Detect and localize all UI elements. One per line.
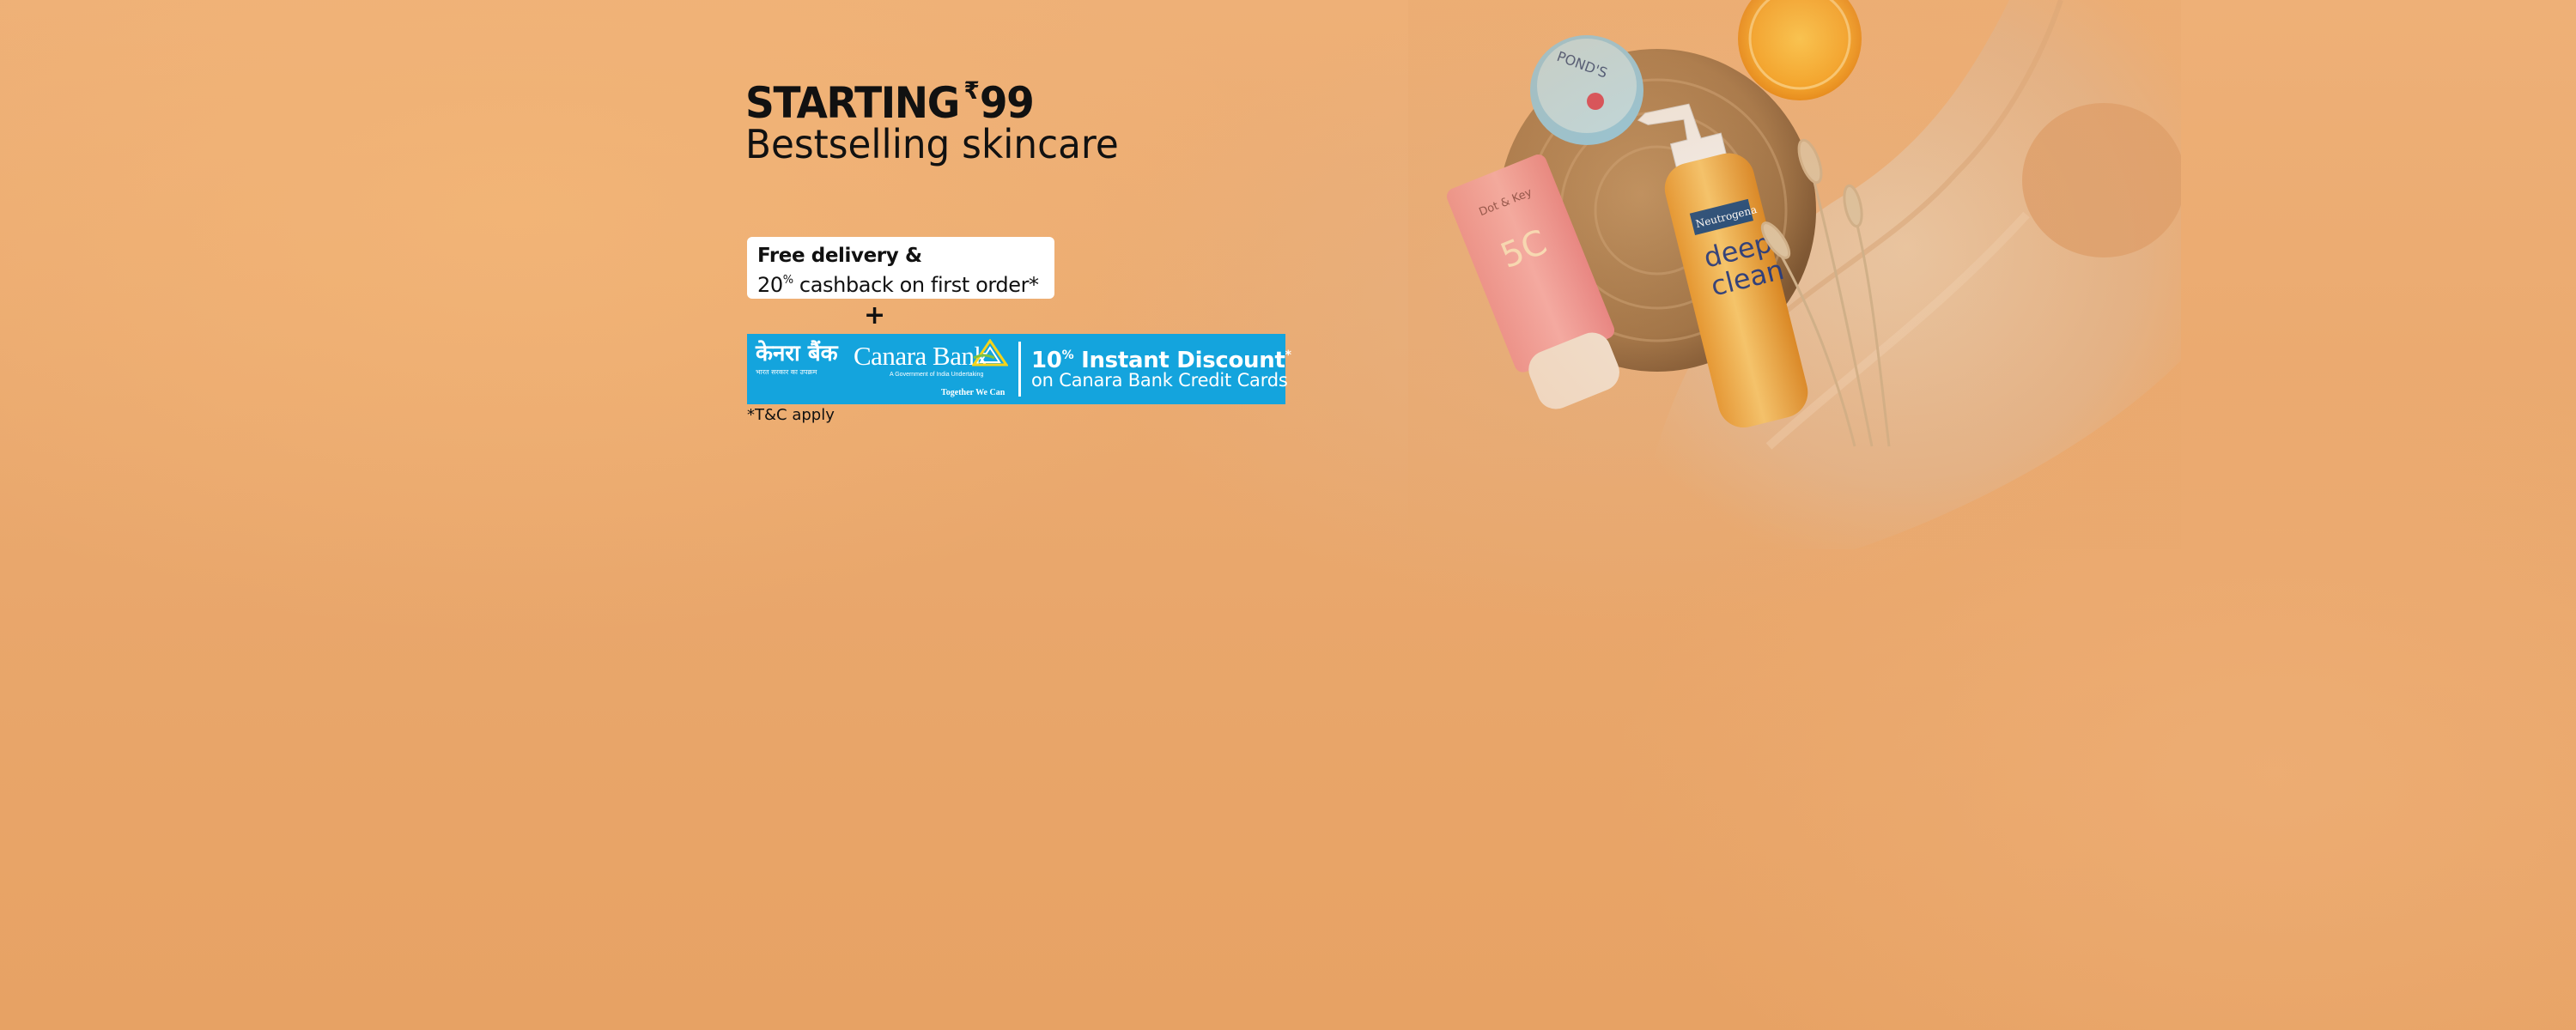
subheadline: Bestselling skincare — [745, 121, 1119, 167]
discount-percent-sign: % — [1061, 348, 1074, 362]
instant-discount-subtitle: on Canara Bank Credit Cards — [1031, 370, 1288, 391]
headline: STARTING ₹99 — [745, 65, 1035, 129]
bank-english-name: Canara Bank — [854, 341, 987, 371]
offer-line-1: Free delivery & — [757, 245, 922, 267]
offer-box: Free delivery & 20% cashback on first or… — [747, 237, 1054, 299]
bank-hindi-name: केनरा बैंक — [756, 341, 838, 367]
terms-note: *T&C apply — [747, 406, 835, 424]
skincare-promo-banner[interactable]: STARTING ₹99 Bestselling skincare Free de… — [0, 0, 2576, 1030]
offer-line-2: 20% cashback on first order* — [757, 268, 1044, 298]
cashback-text: cashback on first order* — [793, 273, 1039, 297]
cashback-percent: 20 — [757, 273, 783, 297]
bank-divider — [1018, 342, 1021, 397]
discount-star: * — [1285, 348, 1291, 362]
bank-government-text: A Government of India Undertaking — [890, 372, 984, 378]
rupee-symbol: ₹ — [963, 76, 980, 105]
canara-bank-offer-strip: केनरा बैंक भारत सरकार का उपक्रम Canara B… — [747, 334, 1291, 404]
bank-hindi-tagline: भारत सरकार का उपक्रम — [756, 368, 817, 376]
skincare-products-image: POND'S Dot & Key 5C Neutrogena deep clea… — [1408, 0, 2181, 549]
canara-bank-logo-icon — [972, 339, 1008, 367]
cashback-percent-sign: % — [782, 274, 793, 287]
bank-tagline: Together We Can — [941, 388, 1005, 397]
plus-sign: + — [864, 300, 886, 330]
